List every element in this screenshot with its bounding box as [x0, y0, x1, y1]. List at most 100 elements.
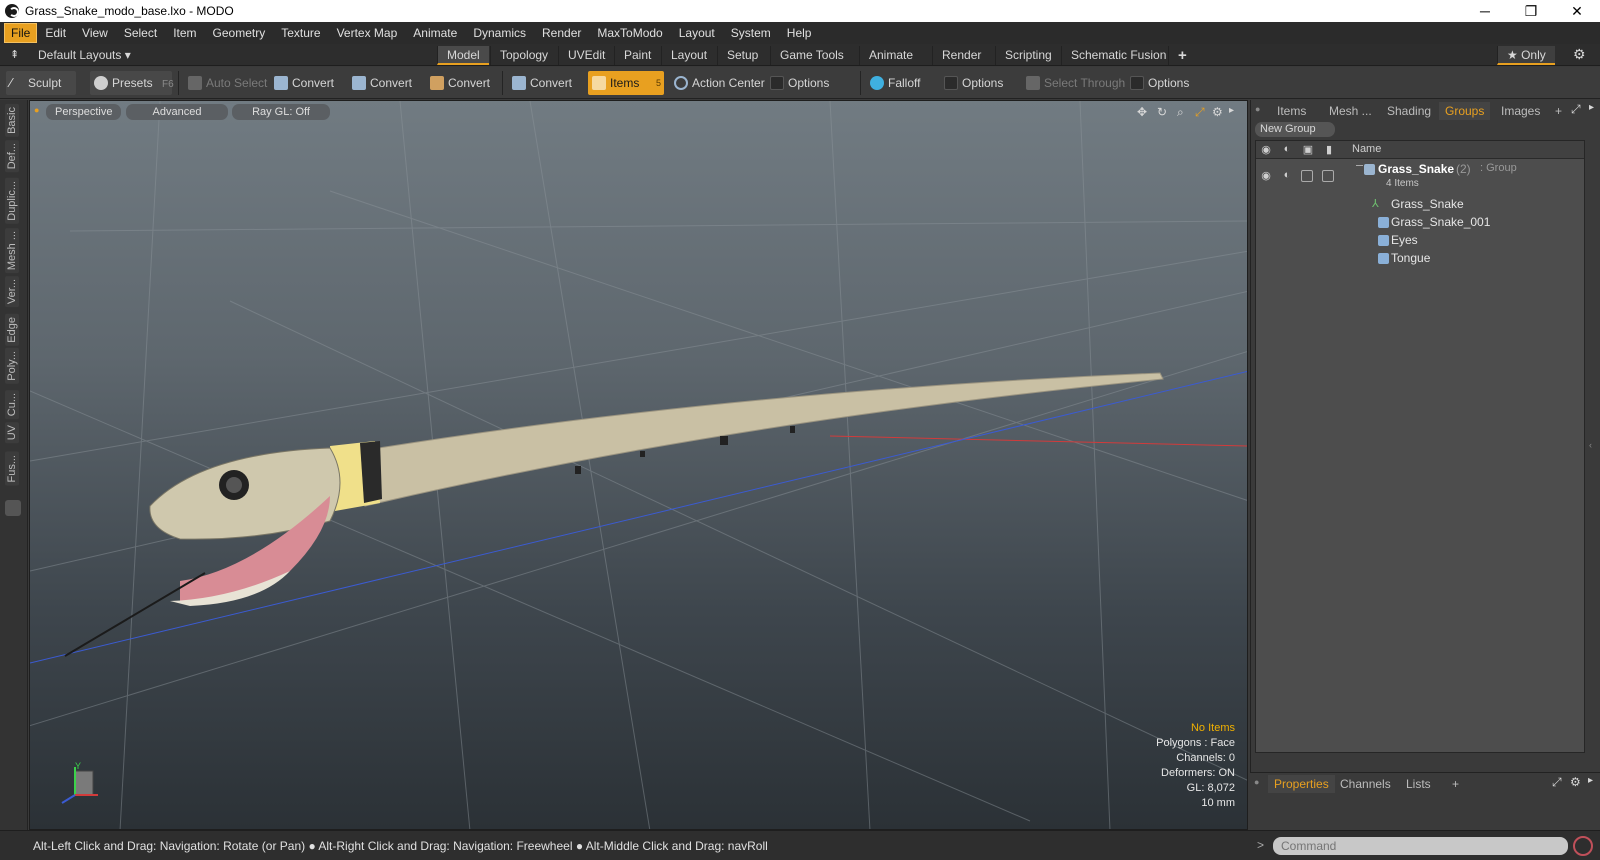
tab-layout[interactable]: Layout — [661, 46, 716, 65]
command-record-icon[interactable] — [1573, 836, 1593, 856]
tab-lists[interactable]: Lists — [1400, 775, 1437, 793]
menu-texture[interactable]: Texture — [273, 22, 328, 44]
options-button-1[interactable]: Options — [766, 71, 829, 95]
tree-item-grass-snake-001[interactable]: Grass_Snake_001 — [1256, 214, 1584, 232]
menu-layout[interactable]: Layout — [671, 22, 723, 44]
menu-system[interactable]: System — [723, 22, 779, 44]
tab-channels[interactable]: Channels — [1334, 775, 1397, 793]
rotate-icon[interactable]: ↻ — [1157, 105, 1167, 119]
menu-vertex-map[interactable]: Vertex Map — [329, 22, 406, 44]
name-column-header[interactable]: Name — [1352, 143, 1381, 155]
tab-groups[interactable]: Groups — [1439, 102, 1491, 120]
viewport-more-icon[interactable]: ▸ — [1229, 105, 1234, 116]
close-button[interactable]: ✕ — [1554, 3, 1600, 20]
tree-item-tongue[interactable]: Tongue — [1256, 250, 1584, 268]
vtab-deform[interactable]: Def... — [5, 140, 19, 173]
viewport-gear-icon[interactable]: ⚙ — [1212, 105, 1223, 119]
tab-mesh[interactable]: Mesh ... — [1323, 102, 1378, 120]
options-checkbox-2[interactable] — [944, 76, 958, 90]
tab-topology[interactable]: Topology — [490, 46, 557, 65]
convert-button-4[interactable]: Convert — [508, 71, 572, 95]
visibility-column-icon[interactable]: ◉ — [1259, 143, 1273, 157]
tab-animate[interactable]: Animate — [859, 46, 922, 65]
menu-select[interactable]: Select — [116, 22, 165, 44]
only-toggle[interactable]: ★ Only — [1497, 46, 1555, 65]
menu-help[interactable]: Help — [779, 22, 820, 44]
new-group-button[interactable]: New Group — [1255, 122, 1335, 137]
raygl-dropdown[interactable]: Ray GL: Off — [232, 104, 330, 120]
layout-collapse-icon[interactable]: ⇞ — [10, 48, 19, 61]
menu-maxtomodo[interactable]: MaxToModo — [589, 22, 670, 44]
properties-more-icon[interactable]: ▸ — [1588, 775, 1593, 786]
vtab-edge[interactable]: Edge — [5, 314, 19, 346]
group-row[interactable]: ◉ ◐ Grass_Snake (2) : Group 4 Items — [1256, 160, 1584, 194]
group-expand-icon[interactable] — [1356, 165, 1363, 166]
group-select-checkbox[interactable] — [1322, 170, 1334, 182]
panel-more-icon[interactable]: ▸ — [1589, 102, 1594, 113]
default-layouts-dropdown[interactable]: Default Layouts ▾ — [38, 48, 131, 62]
tab-uvedit[interactable]: UVEdit — [558, 46, 614, 65]
auto-select-button[interactable]: Auto Select — [184, 71, 267, 95]
tab-schematic-fusion[interactable]: Schematic Fusion — [1061, 46, 1175, 65]
select-column-icon[interactable]: ▮ — [1322, 143, 1336, 157]
menu-animate[interactable]: Animate — [405, 22, 465, 44]
menu-render[interactable]: Render — [534, 22, 589, 44]
convert-button-1[interactable]: Convert — [270, 71, 334, 95]
add-panel-tab-button[interactable]: + — [1549, 102, 1568, 120]
lock-column-icon[interactable]: ▣ — [1301, 143, 1315, 157]
select-through-button[interactable]: Select Through — [1022, 71, 1125, 95]
perspective-dropdown[interactable]: Perspective — [46, 104, 122, 120]
properties-gear-icon[interactable]: ⚙ — [1570, 775, 1581, 789]
panel-menu-icon[interactable]: ● — [1255, 104, 1260, 114]
3d-viewport[interactable]: Y ● Perspective Advanced Ray GL: Off ✥ ↻… — [29, 100, 1248, 830]
convert-button-2[interactable]: Convert — [348, 71, 412, 95]
advanced-dropdown[interactable]: Advanced — [126, 104, 228, 120]
tab-items[interactable]: Items — [1271, 102, 1312, 120]
vtab-fusion[interactable]: Fus... — [5, 452, 19, 486]
group-render-icon[interactable]: ◐ — [1280, 169, 1294, 183]
group-visibility-icon[interactable]: ◉ — [1259, 169, 1273, 183]
convert-button-3[interactable]: Convert — [426, 71, 490, 95]
menu-geometry[interactable]: Geometry — [205, 22, 274, 44]
tab-setup[interactable]: Setup — [717, 46, 767, 65]
options-checkbox-3[interactable] — [1130, 76, 1144, 90]
menu-file[interactable]: File — [4, 23, 38, 43]
vtab-mesh[interactable]: Mesh ... — [5, 228, 19, 274]
vtab-vertex[interactable]: Ver... — [5, 276, 19, 308]
tab-model[interactable]: Model — [437, 46, 489, 65]
left-panel-toggle-icon[interactable] — [5, 500, 21, 516]
panel-scroll-arrow-icon[interactable]: ‹ — [1589, 440, 1592, 450]
render-column-icon[interactable]: ◐ — [1280, 143, 1294, 157]
menu-item[interactable]: Item — [165, 22, 204, 44]
menu-dynamics[interactable]: Dynamics — [465, 22, 534, 44]
add-tab-button[interactable]: + — [1168, 46, 1196, 65]
pan-icon[interactable]: ✥ — [1137, 105, 1147, 119]
properties-menu-icon[interactable]: ● — [1254, 777, 1259, 787]
menu-edit[interactable]: Edit — [37, 22, 74, 44]
restore-button[interactable]: ❐ — [1508, 3, 1554, 20]
tree-item-eyes[interactable]: Eyes — [1256, 232, 1584, 250]
command-input[interactable] — [1273, 837, 1568, 855]
properties-expand-icon[interactable]: ⤢ — [1552, 775, 1562, 790]
vtab-uv[interactable]: UV — [5, 422, 19, 444]
options-checkbox-1[interactable] — [770, 76, 784, 90]
tab-paint[interactable]: Paint — [614, 46, 660, 65]
tree-item-grass-snake[interactable]: ⅄ Grass_Snake — [1256, 196, 1584, 214]
tab-render[interactable]: Render — [932, 46, 990, 65]
options-button-3[interactable]: Options — [1126, 71, 1189, 95]
sculpt-button[interactable]: ⁄ Sculpt — [6, 71, 76, 95]
minimize-button[interactable]: ─ — [1462, 3, 1508, 20]
tab-scripting[interactable]: Scripting — [995, 46, 1061, 65]
tab-shading[interactable]: Shading — [1381, 102, 1437, 120]
tab-images[interactable]: Images — [1495, 102, 1546, 120]
falloff-button[interactable]: Falloff — [866, 71, 920, 95]
vtab-curve[interactable]: Cu... — [5, 390, 19, 420]
layout-gear-icon[interactable]: ⚙ — [1573, 46, 1586, 63]
group-lock-checkbox[interactable] — [1301, 170, 1313, 182]
panel-expand-icon[interactable]: ⤢ — [1571, 102, 1581, 117]
vtab-polygon[interactable]: Poly... — [5, 348, 19, 384]
items-mode-button[interactable]: Items 5 — [588, 71, 664, 95]
vtab-duplicate[interactable]: Duplic... — [5, 178, 19, 224]
zoom-icon[interactable]: ⌕ — [1177, 105, 1184, 120]
action-center-button[interactable]: Action Center — [670, 71, 765, 95]
